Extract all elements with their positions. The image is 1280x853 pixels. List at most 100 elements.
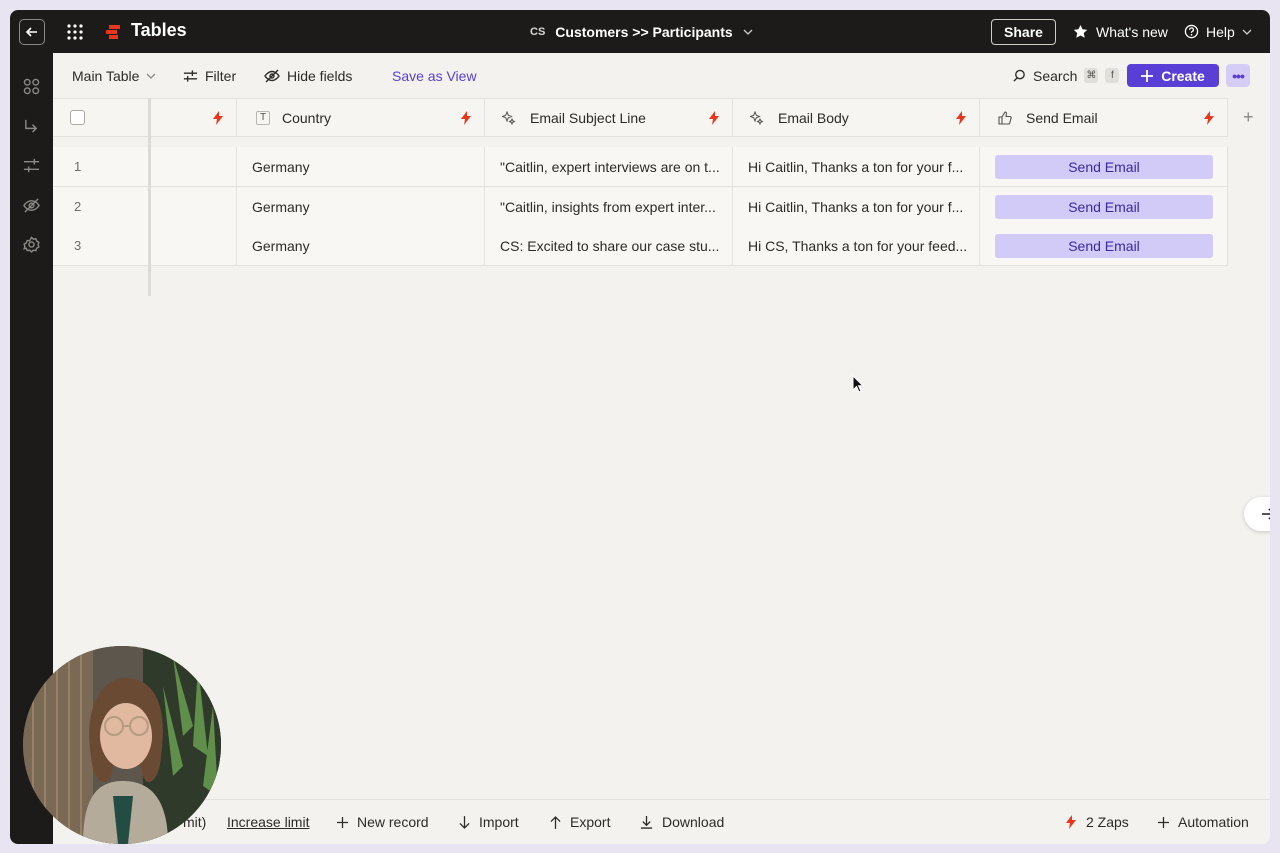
column-header-email-subject[interactable]: Email Subject Line [485,99,733,136]
column-header-email-body[interactable]: Email Body [733,99,980,136]
lightning-bolt-icon[interactable] [708,111,720,125]
send-email-cell: Send Email [980,187,1228,226]
thumbs-up-icon [998,110,1012,125]
zaps-button[interactable]: 2 Zaps [1065,800,1129,844]
column-header-country[interactable]: T Country [237,99,485,136]
new-record-label: New record [357,814,429,830]
create-button[interactable]: Create [1127,64,1219,87]
help-menu[interactable]: Help [1184,10,1252,53]
ellipsis-icon: ••• [1232,67,1245,84]
bottom-bar: mit) Increase limit New record Import Ex… [53,799,1270,844]
hidden-cell[interactable] [151,226,237,265]
send-email-button[interactable]: Send Email [995,233,1213,258]
send-email-button[interactable]: Send Email [995,154,1213,179]
settings-gear-icon[interactable] [22,235,41,254]
view-selector[interactable]: Main Table [72,53,156,98]
tables-logo-icon [106,25,120,39]
send-email-cell: Send Email [980,226,1228,265]
column-header-label: Send Email [1026,109,1098,126]
send-email-button[interactable]: Send Email [995,194,1213,219]
email-body-cell[interactable]: Hi Caitlin, Thanks a ton for your f... [733,187,980,226]
hidden-cell[interactable] [151,187,237,226]
star-icon [1073,24,1088,38]
search-button[interactable]: Search ⌘ f [1013,53,1120,98]
help-label: Help [1206,23,1235,40]
email-body-cell[interactable]: Hi CS, Thanks a ton for your feed... [733,226,980,265]
arrow-left-icon [25,27,37,37]
lightning-bolt-icon [1066,815,1076,829]
table-row[interactable]: 3 Germany CS: Excited to share our case … [53,226,1228,266]
lightning-bolt-icon[interactable] [212,111,224,125]
send-email-cell: Send Email [980,147,1228,186]
save-as-view-button[interactable]: Save as View [392,53,477,98]
add-column-button[interactable]: + [1243,108,1254,126]
select-all-checkbox[interactable] [70,110,85,125]
apps-grid-icon[interactable] [67,24,83,40]
download-icon [640,815,653,829]
search-icon [1013,69,1025,82]
chevron-down-icon [146,73,156,79]
table-row[interactable]: 2 Germany "Caitlin, insights from expert… [53,187,1228,227]
whats-new-label: What's new [1096,23,1168,40]
more-options-button[interactable]: ••• [1226,64,1250,87]
redirect-arrow-icon[interactable] [22,117,41,136]
text-type-icon: T [256,110,270,125]
lightning-bolt-icon[interactable] [955,111,967,125]
shortcut-f-key: f [1105,68,1120,83]
whats-new-button[interactable]: What's new [1073,10,1168,53]
lightning-bolt-icon[interactable] [1203,111,1215,125]
help-circle-icon [1184,24,1199,39]
export-label: Export [570,814,611,830]
workspace-badge: CS [530,25,546,38]
arrow-right-icon [1262,508,1270,520]
table-row[interactable]: 1 Germany "Caitlin, expert interviews ar… [53,147,1228,187]
country-cell[interactable]: Germany [237,187,485,226]
country-cell[interactable]: Germany [237,147,485,186]
email-subject-cell[interactable]: CS: Excited to share our case stu... [485,226,733,265]
email-body-cell[interactable]: Hi Caitlin, Thanks a ton for your f... [733,147,980,186]
email-subject-cell[interactable]: "Caitlin, expert interviews are on t... [485,147,733,186]
search-label: Search [1033,67,1078,84]
table-header-row: T Country Email Subject Line Email Body … [53,98,1228,137]
zaps-label: 2 Zaps [1086,814,1129,830]
select-all-cell [53,99,148,136]
filter-button[interactable]: Filter [183,53,236,98]
export-button[interactable]: Export [550,800,610,844]
arrow-down-icon [459,815,470,829]
eye-off-icon [264,69,280,82]
sliders-icon[interactable] [22,156,41,175]
column-header-label: Email Subject Line [530,109,646,126]
filter-sliders-icon [183,69,198,82]
breadcrumb[interactable]: CS Customers >> Participants [530,10,753,53]
lightning-bolt-icon[interactable] [460,111,472,125]
download-button[interactable]: Download [640,800,724,844]
hide-fields-button[interactable]: Hide fields [264,53,352,98]
back-button[interactable] [19,19,45,45]
mouse-cursor-icon [852,375,864,393]
row-number: 1 [74,159,82,174]
column-header-send-email[interactable]: Send Email [980,99,1228,136]
new-record-button[interactable]: New record [337,800,429,844]
row-number: 3 [74,238,82,253]
frozen-column-divider[interactable] [148,98,151,296]
increase-limit-link[interactable]: Increase limit [227,800,309,844]
hidden-eye-icon[interactable] [22,196,41,215]
scroll-right-button[interactable] [1244,497,1270,531]
country-cell[interactable]: Germany [237,226,485,265]
chevron-down-icon [743,29,753,35]
hidden-cell[interactable] [151,147,237,186]
import-button[interactable]: Import [459,800,519,844]
automation-label: Automation [1178,814,1249,830]
share-button[interactable]: Share [991,19,1056,45]
email-subject-cell[interactable]: "Caitlin, insights from expert inter... [485,187,733,226]
apps-icon[interactable] [22,77,41,96]
ai-sparkle-icon [502,110,516,125]
webcam-overlay [23,646,221,844]
row-number: 2 [74,199,82,214]
hide-fields-label: Hide fields [287,67,353,84]
automation-button[interactable]: Automation [1158,800,1249,844]
top-bar: Tables CS Customers >> Participants Shar… [10,10,1270,53]
hidden-column-header[interactable] [151,99,237,136]
breadcrumb-text: Customers >> Participants [555,23,733,40]
plus-icon [1141,69,1154,82]
